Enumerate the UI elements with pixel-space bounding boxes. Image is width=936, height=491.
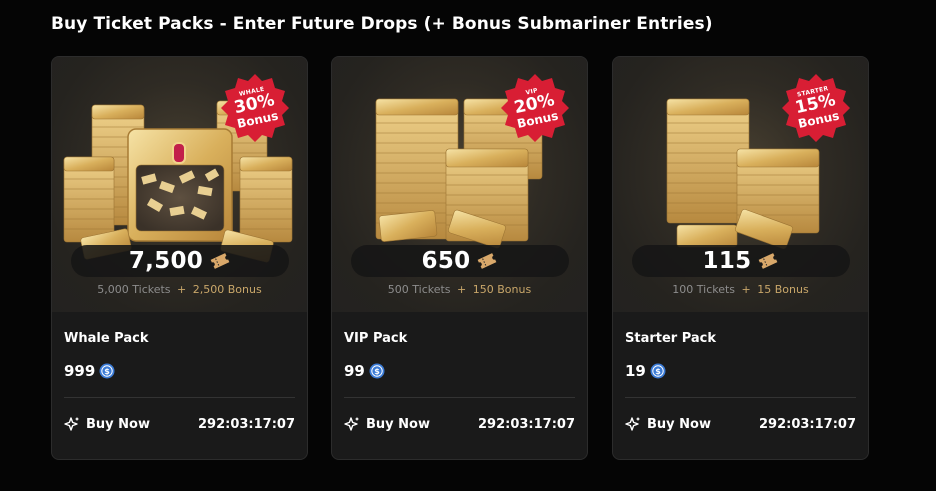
ticket-amount: 115 [702,248,752,274]
sparkle-icon [625,417,640,431]
ticket-icon [478,253,497,269]
price-row: 19 $ [625,362,666,380]
buy-now-label: Buy Now [366,416,430,432]
pack-name: Whale Pack [64,331,149,346]
ticket-amount: 7,500 [128,248,204,274]
pack-card-vip[interactable]: VIP 20% Bonus 650 500 Tickets + 150 Bonu… [331,56,588,460]
buy-now-label: Buy Now [86,416,150,432]
ticket-amount-bar: 7,500 [71,245,289,277]
pack-price: 99 [344,362,365,380]
base-tickets: 5,000 Tickets [97,283,171,296]
coin-icon: $ [650,363,666,379]
ticket-amount-bar: 650 [351,245,569,277]
svg-text:$: $ [105,367,111,376]
buy-now-button[interactable]: Buy Now [342,414,432,434]
pack-name: Starter Pack [625,331,717,346]
ticket-amount-bar: 115 [632,245,850,277]
plus-sign: + [741,283,751,296]
base-tickets: 500 Tickets [387,283,451,296]
bonus-tickets: 2,500 Bonus [192,283,262,296]
bonus-tickets: 150 Bonus [472,283,532,296]
pack-card-starter[interactable]: STARTER 15% Bonus 115 100 Tickets + 15 B… [612,56,869,460]
price-row: 99 $ [344,362,385,380]
sparkle-icon [344,417,359,431]
svg-text:$: $ [655,367,661,376]
coin-icon: $ [369,363,385,379]
ticket-breakdown: 5,000 Tickets + 2,500 Bonus [52,283,307,296]
ticket-icon [759,253,778,269]
divider [64,397,295,398]
pack-hero-image: WHALE 30% Bonus 7,500 5,000 Tickets + 2,… [52,57,307,312]
ticket-amount: 650 [421,248,471,274]
divider [625,397,856,398]
pack-price: 19 [625,362,646,380]
base-tickets: 100 Tickets [672,283,736,296]
sparkle-icon [64,417,79,431]
pack-hero-image: VIP 20% Bonus 650 500 Tickets + 150 Bonu… [332,57,587,312]
svg-text:$: $ [374,367,380,376]
pack-card-whale[interactable]: WHALE 30% Bonus 7,500 5,000 Tickets + 2,… [51,56,308,460]
divider [344,397,575,398]
buy-now-label: Buy Now [647,416,711,432]
ticket-breakdown: 100 Tickets + 15 Bonus [613,283,868,296]
price-row: 999 $ [64,362,115,380]
buy-now-button[interactable]: Buy Now [62,414,152,434]
pack-hero-image: STARTER 15% Bonus 115 100 Tickets + 15 B… [613,57,868,312]
pack-price: 999 [64,362,96,380]
ticket-icon [210,253,230,269]
bonus-badge: WHALE 30% Bonus [219,71,291,143]
countdown-timer: 292:03:17:07 [477,417,575,432]
pack-name: VIP Pack [344,331,408,346]
bonus-badge: STARTER 15% Bonus [780,71,852,143]
bonus-badge: VIP 20% Bonus [499,71,571,143]
buy-now-button[interactable]: Buy Now [623,414,713,434]
countdown-timer: 292:03:17:07 [197,417,295,432]
plus-sign: + [177,283,187,296]
coin-icon: $ [99,363,115,379]
ticket-breakdown: 500 Tickets + 150 Bonus [332,283,587,296]
page-title: Buy Ticket Packs - Enter Future Drops (+… [51,14,713,34]
plus-sign: + [457,283,467,296]
bonus-tickets: 15 Bonus [757,283,809,296]
countdown-timer: 292:03:17:07 [758,417,856,432]
